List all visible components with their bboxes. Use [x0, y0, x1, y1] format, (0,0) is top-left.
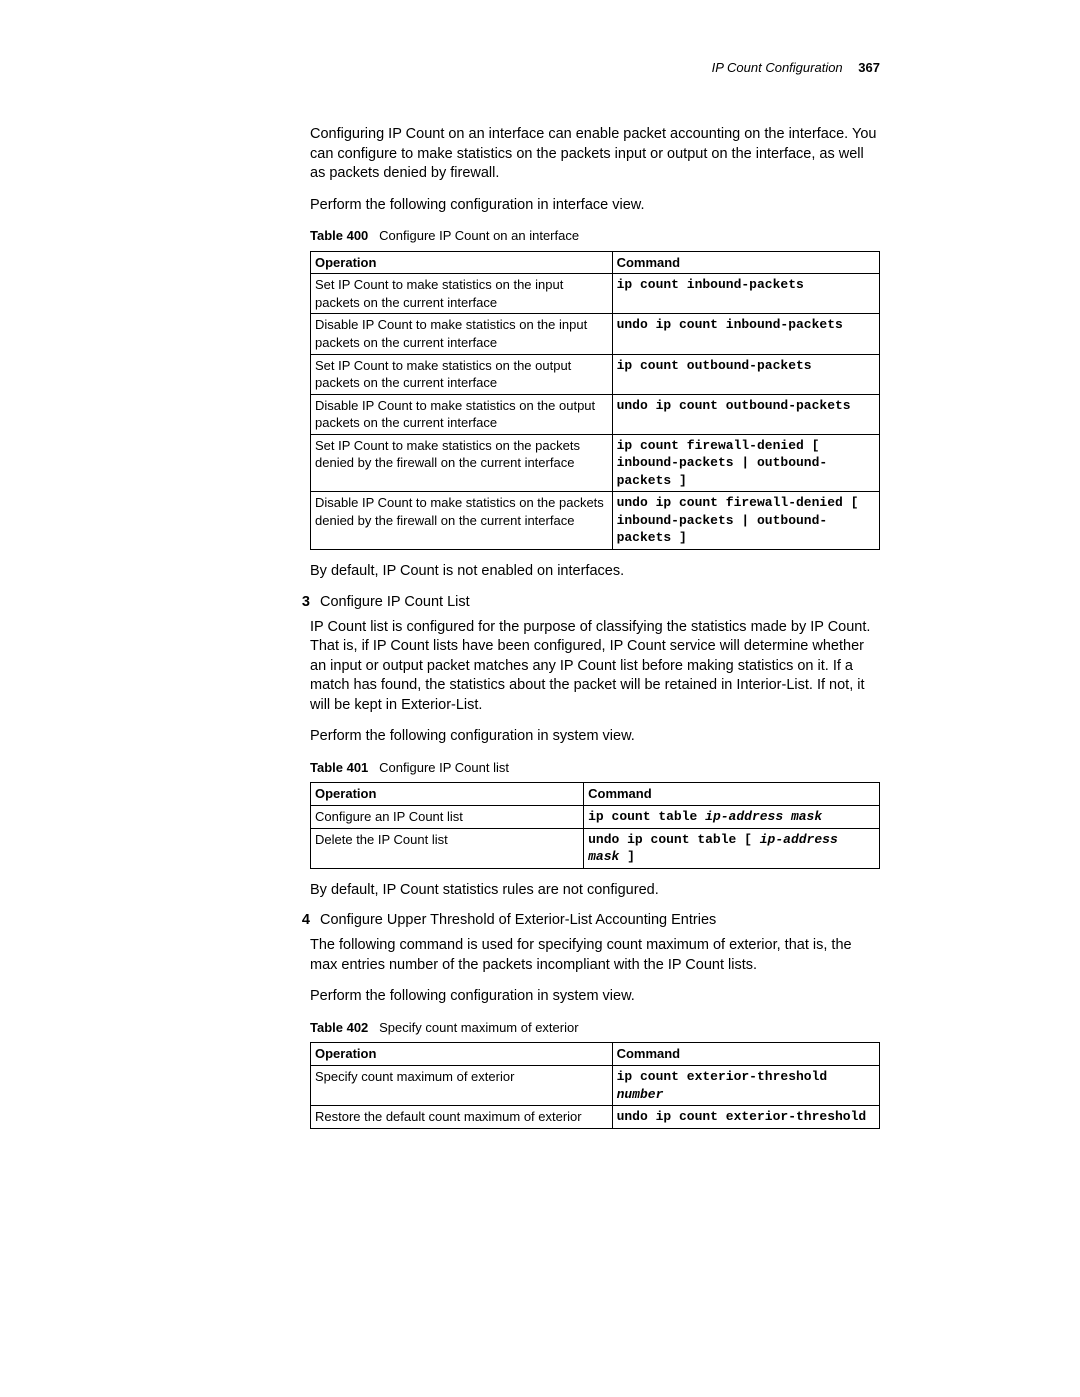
- table-400-label: Table 400: [310, 228, 368, 243]
- page-header: IP Count Configuration 367: [280, 60, 880, 75]
- step-3-heading: 3 Configure IP Count List: [280, 594, 880, 610]
- intro-perform: Perform the following configuration in i…: [310, 196, 880, 216]
- table-row: Set IP Count to make statistics on the p…: [311, 434, 880, 492]
- step-4-perform: Perform the following configuration in s…: [310, 987, 880, 1007]
- table-row: Specify count maximum of exterior ip cou…: [311, 1066, 880, 1106]
- table-401-label: Table 401: [310, 760, 368, 775]
- table-400-caption-text: Configure IP Count on an interface: [379, 228, 579, 243]
- header-title: IP Count Configuration: [712, 60, 843, 75]
- table-402-label: Table 402: [310, 1020, 368, 1035]
- step-4-paragraph: The following command is used for specif…: [310, 936, 880, 975]
- table-402-caption: Table 402 Specify count maximum of exter…: [310, 1019, 880, 1037]
- table-400-caption: Table 400 Configure IP Count on an inter…: [310, 227, 880, 245]
- intro-paragraph: Configuring IP Count on an interface can…: [310, 125, 880, 184]
- table-row: Configure an IP Count list ip count tabl…: [311, 806, 880, 829]
- table-402-head-cmd: Command: [612, 1043, 879, 1066]
- table-row: Disable IP Count to make statistics on t…: [311, 492, 880, 550]
- after-table-400: By default, IP Count is not enabled on i…: [310, 562, 880, 582]
- step-3-paragraph: IP Count list is configured for the purp…: [310, 618, 880, 716]
- table-402-caption-text: Specify count maximum of exterior: [379, 1020, 578, 1035]
- table-400-head-cmd: Command: [612, 251, 879, 274]
- table-400: Operation Command Set IP Count to make s…: [310, 251, 880, 550]
- table-row: Restore the default count maximum of ext…: [311, 1106, 880, 1129]
- table-402: Operation Command Specify count maximum …: [310, 1042, 880, 1128]
- table-401: Operation Command Configure an IP Count …: [310, 782, 880, 868]
- table-row: Set IP Count to make statistics on the i…: [311, 274, 880, 314]
- table-row: Disable IP Count to make statistics on t…: [311, 314, 880, 354]
- table-400-head-op: Operation: [311, 251, 613, 274]
- page-number: 367: [858, 60, 880, 75]
- step-4-number: 4: [280, 912, 310, 928]
- table-401-head-cmd: Command: [584, 783, 880, 806]
- step-4-title: Configure Upper Threshold of Exterior-Li…: [320, 912, 716, 928]
- table-401-caption-text: Configure IP Count list: [379, 760, 509, 775]
- table-401-head-op: Operation: [311, 783, 584, 806]
- table-402-head-op: Operation: [311, 1043, 613, 1066]
- step-3-number: 3: [280, 594, 310, 610]
- document-page: IP Count Configuration 367 Configuring I…: [0, 0, 1080, 1201]
- after-table-401: By default, IP Count statistics rules ar…: [310, 881, 880, 901]
- table-401-caption: Table 401 Configure IP Count list: [310, 759, 880, 777]
- step-3-title: Configure IP Count List: [320, 594, 470, 610]
- table-row: Delete the IP Count list undo ip count t…: [311, 828, 880, 868]
- step-3-perform: Perform the following configuration in s…: [310, 727, 880, 747]
- table-row: Disable IP Count to make statistics on t…: [311, 394, 880, 434]
- step-4-heading: 4 Configure Upper Threshold of Exterior-…: [280, 912, 880, 928]
- table-row: Set IP Count to make statistics on the o…: [311, 354, 880, 394]
